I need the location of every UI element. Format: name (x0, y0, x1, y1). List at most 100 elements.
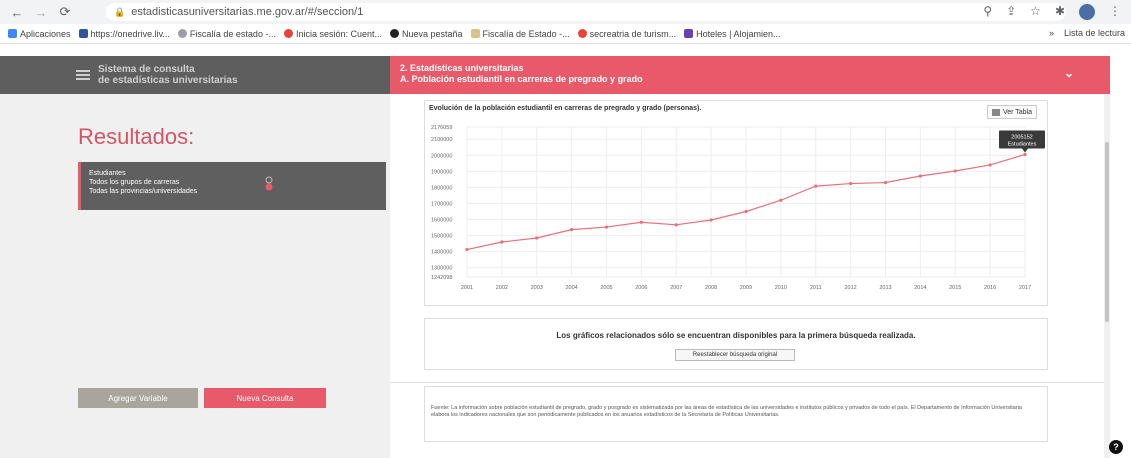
y-tick-label: 1700000 (431, 201, 452, 207)
y-tick-label: 1600000 (431, 218, 452, 224)
x-tick-label: 2014 (914, 285, 926, 291)
data-point (849, 181, 853, 186)
google-icon (577, 29, 587, 38)
notice-text: Los gráficos relacionados sólo se encuen… (556, 331, 916, 340)
menu-icon[interactable]: ⋮ (1109, 4, 1121, 20)
section-line-2: A. Población estudiantil en carreras de … (400, 74, 643, 84)
x-tick-label: 2003 (531, 285, 543, 291)
bookmark-fiscalia-2[interactable]: Fiscalía de Estado -... (470, 29, 570, 39)
x-tick-label: 2017 (1019, 285, 1031, 291)
chrome-icon (390, 29, 399, 38)
url-text: estadisticasuniversitarias.me.gov.ar/#/s… (131, 6, 364, 18)
data-point (883, 180, 888, 185)
x-tick-label: 2007 (670, 285, 682, 291)
x-tick-label: 2016 (984, 285, 996, 291)
data-point (953, 169, 957, 173)
scrollbar-thumb[interactable] (1105, 142, 1109, 322)
filter-summary: Estudiantes Todos los grupos de carreras… (78, 162, 386, 210)
x-tick-label: 2005 (600, 285, 612, 291)
data-point (674, 223, 678, 227)
table-icon (991, 108, 1000, 116)
x-tick-label: 2006 (635, 285, 647, 291)
source-note: Fuente: La información sobre población e… (424, 386, 1048, 442)
related-charts-notice: Los gráficos relacionados sólo se encuen… (424, 318, 1048, 370)
tooltip-pointer (1022, 148, 1028, 153)
zoom-icon[interactable]: ⚲ (983, 4, 992, 20)
remove-filter-icon[interactable] (264, 176, 274, 192)
address-bar[interactable]: 🔒 estadisticasuniversitarias.me.gov.ar/#… (106, 3, 1066, 21)
bookmark-hoteles[interactable]: Hoteles | Alojamien... (684, 29, 781, 39)
star-icon[interactable]: ☆ (1030, 4, 1041, 20)
y-tick-label: 2176059 (431, 125, 452, 131)
apps-icon (8, 29, 17, 38)
x-tick-label: 2015 (949, 285, 961, 291)
reload-icon[interactable]: ⟳ (56, 4, 74, 20)
app-title: Sistema de consulta de estadísticas univ… (98, 64, 238, 86)
chart-title: Evolución de la población estudiantil en… (429, 105, 702, 112)
data-point (814, 184, 818, 188)
section-line-1: 2. Estadísticas universitarias (400, 63, 524, 73)
restore-search-button[interactable]: Reestablecer búsqueda original (675, 349, 795, 361)
new-query-button[interactable]: Nueva Consulta (204, 388, 326, 408)
tooltip-value: 2005152 (1011, 134, 1032, 140)
bookmark-turismo[interactable]: secreatria de turism... (577, 29, 676, 39)
data-point (604, 225, 609, 229)
view-table-button[interactable]: Ver Tabla (986, 105, 1037, 119)
data-point (988, 163, 992, 167)
bookmark-fiscalia[interactable]: Fiscalía de estado -... (177, 29, 276, 39)
app-header: Sistema de consulta de estadísticas univ… (0, 56, 390, 94)
tooltip-label: Estudiantes (1008, 141, 1037, 147)
chevron-down-icon[interactable]: ⌄ (1064, 67, 1074, 79)
data-point (639, 220, 643, 224)
x-tick-label: 2012 (845, 285, 857, 291)
hotel-icon (684, 29, 694, 38)
source-text: Fuente: La información sobre población e… (431, 405, 1022, 418)
x-tick-label: 2010 (775, 285, 787, 291)
x-tick-label: 2013 (879, 285, 891, 291)
data-point (744, 209, 748, 214)
extensions-icon[interactable]: ✱ (1055, 4, 1065, 20)
google-icon (283, 29, 293, 38)
main-content: Evolución de la población estudiantil en… (390, 94, 1110, 458)
data-point (465, 247, 469, 252)
y-tick-label: 1800000 (431, 185, 452, 191)
data-point (918, 174, 922, 178)
results-title: Resultados: (78, 124, 195, 149)
x-tick-label: 2001 (461, 285, 473, 291)
data-point (1023, 152, 1027, 157)
y-tick-label: 2100000 (431, 137, 452, 143)
add-variable-button[interactable]: Agregar Variable (78, 388, 198, 408)
x-tick-label: 2002 (496, 285, 508, 291)
data-point (500, 240, 504, 244)
section-header[interactable]: 2. Estadísticas universitarias A. Poblac… (390, 56, 1110, 94)
y-tick-label: 2000000 (431, 153, 452, 159)
results-sidebar: Resultados: Estudiantes Todos los grupos… (0, 94, 390, 458)
y-tick-label: 1300000 (431, 266, 452, 272)
bookmark-onedrive[interactable]: https://onedrive.liv... (78, 29, 170, 39)
divider (390, 382, 1110, 383)
onedrive-icon (78, 29, 88, 38)
bookmark-apps[interactable]: Aplicaciones (8, 29, 71, 39)
share-icon[interactable]: ⇪ (1006, 4, 1016, 20)
y-tick-label: 1900000 (431, 169, 452, 175)
bookmark-google-login[interactable]: Inicia sesión: Cuent... (283, 29, 382, 39)
bookmarks-bar: Aplicaciones https://onedrive.liv... Fis… (0, 24, 1131, 44)
bookmark-new-tab[interactable]: Nueva pestaña (390, 29, 463, 39)
scrollbar[interactable] (1104, 94, 1110, 458)
profile-avatar[interactable] (1079, 4, 1095, 20)
chart-card: Evolución de la población estudiantil en… (424, 100, 1048, 306)
back-icon[interactable]: ← (8, 5, 26, 20)
data-point (779, 198, 783, 202)
data-point (535, 236, 539, 240)
browser-toolbar: ← → ⟳ 🔒 estadisticasuniversitarias.me.go… (0, 0, 1131, 24)
help-button[interactable]: ? (1109, 440, 1123, 454)
y-tick-label: 1242098 (431, 275, 452, 281)
x-tick-label: 2008 (705, 285, 717, 291)
x-tick-label: 2004 (566, 285, 578, 291)
more-bookmarks-button[interactable]: » (1049, 28, 1054, 38)
reading-list-button[interactable]: Lista de lectura (1064, 28, 1125, 38)
forward-icon[interactable]: → (32, 5, 50, 20)
hamburger-menu-icon[interactable] (76, 68, 90, 82)
lock-icon: 🔒 (114, 6, 126, 17)
x-tick-label: 2009 (740, 285, 752, 291)
